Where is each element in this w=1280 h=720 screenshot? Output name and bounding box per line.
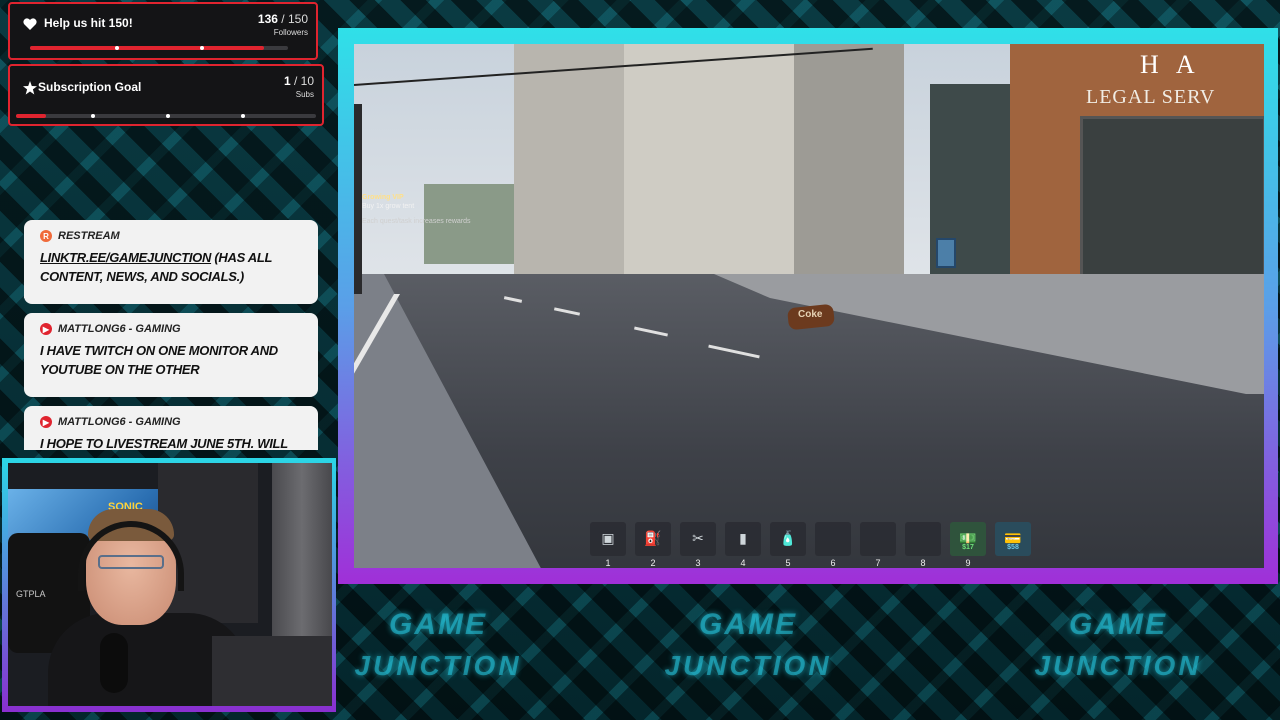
- channel-logo: GAME JUNCTION: [648, 608, 848, 682]
- logo-line-2: JUNCTION: [664, 650, 832, 681]
- soil-bag-icon: ▮: [739, 530, 747, 546]
- quest-tracker: Growing VIP Buy 1x grow tent Each quest/…: [362, 194, 471, 225]
- slot-value: $58: [1007, 544, 1019, 551]
- followers-goal-widget: Help us hit 150! 136 / 150 Followers: [8, 2, 318, 60]
- webcam-frame: SONIC GTPLA: [2, 458, 336, 712]
- game-viewport[interactable]: H A LEGAL SERV Coke Growing VIP Buy 1x g…: [354, 44, 1264, 568]
- quest-task: Buy 1x grow tent: [362, 203, 415, 210]
- inventory-hotbar: ▣ 1 ⛽ 2 ✂ 3 ▮ 4 🧴 5 6 7 8 💵 $17 9 💳 $58: [590, 522, 1031, 568]
- chat-message-text: I HOPE TO LIVESTREAM JUNE 5TH. WILL YOU …: [40, 436, 288, 450]
- microphone-icon: [100, 633, 128, 693]
- progress-marker: [241, 113, 245, 118]
- hotbar-slot-3[interactable]: ✂ 3: [680, 522, 716, 568]
- chat-username-text: RESTREAM: [58, 230, 120, 242]
- subs-current: 1: [283, 74, 291, 88]
- subscription-progress-bar: [16, 113, 316, 118]
- hotbar-slot-1[interactable]: ▣ 1: [590, 522, 626, 568]
- slot-number: 2: [650, 558, 656, 568]
- progress-marker: [166, 113, 170, 118]
- chat-username-text: MATTLONG6 - GAMING: [58, 416, 181, 428]
- logo-line-1: GAME: [389, 608, 487, 641]
- chat-username: R RESTREAM: [40, 230, 302, 242]
- desk: [212, 636, 332, 706]
- subscription-goal-title: Subscription Goal: [38, 80, 142, 94]
- chat-bubble-tail: [24, 290, 26, 298]
- subscription-progress-fill: [16, 114, 46, 118]
- youtube-icon: ▶: [40, 323, 52, 335]
- quest-title: Growing VIP: [362, 194, 404, 201]
- slot-number: 7: [875, 558, 881, 568]
- building: [514, 44, 624, 294]
- building: [794, 44, 904, 294]
- logo-line-2: JUNCTION: [1034, 650, 1202, 681]
- hotbar-slot-8[interactable]: 8: [905, 522, 941, 568]
- quest-hint: Each quest/task increases rewards: [362, 218, 471, 225]
- slot-number: 1: [605, 558, 611, 568]
- slot-number: 8: [920, 558, 926, 568]
- followers-progress-fill: [30, 46, 264, 50]
- chat-panel: R RESTREAM LINKTR.EE/GAMEJUNCTION (HAS A…: [24, 220, 318, 450]
- chat-message-text: LINKTR.EE/GAMEJUNCTION (HAS ALL CONTENT,…: [40, 248, 302, 286]
- chat-message-text: I HAVE TWITCH ON ONE MONITOR AND YOUTUBE…: [40, 343, 278, 377]
- trimmers-icon: ✂: [692, 530, 704, 546]
- followers-progress-bar: [30, 45, 288, 50]
- watering-can-icon: ⛽: [644, 530, 662, 546]
- chat-message: ▶ MATTLONG6 - GAMING I HAVE TWITCH ON ON…: [24, 313, 318, 397]
- slot-number: 6: [830, 558, 836, 568]
- channel-banner: GAME JUNCTION GAME JUNCTION GAME JUNCTIO…: [338, 588, 1280, 720]
- building: [624, 44, 794, 284]
- subscription-goal-unit: Subs: [295, 90, 314, 99]
- followers-current: 136: [257, 12, 278, 26]
- slot-number: 9: [965, 558, 971, 568]
- can-label: Coke: [798, 309, 823, 320]
- subscription-goal-count: 1 / 10: [284, 74, 314, 88]
- building-subsign: LEGAL SERV: [1086, 86, 1216, 108]
- logo-line-2: JUNCTION: [354, 650, 522, 681]
- restream-icon: R: [40, 230, 52, 242]
- hotbar-slot-7[interactable]: 7: [860, 522, 896, 568]
- chat-message: R RESTREAM LINKTR.EE/GAMEJUNCTION (HAS A…: [24, 220, 318, 304]
- channel-logo: GAME JUNCTION: [338, 608, 538, 682]
- slot-number: 3: [695, 558, 701, 568]
- subscription-goal-widget: Subscription Goal 1 / 10 Subs: [8, 64, 324, 126]
- slot-number: 4: [740, 558, 746, 568]
- hotbar-slot-2[interactable]: ⛽ 2: [635, 522, 671, 568]
- chair-label: GTPLA: [16, 589, 46, 599]
- youtube-icon: ▶: [40, 416, 52, 428]
- chat-link[interactable]: LINKTR.EE/GAMEJUNCTION: [40, 250, 211, 265]
- logo-line-1: GAME: [1069, 608, 1167, 641]
- hotbar-slot-6[interactable]: 6: [815, 522, 851, 568]
- logo-line-1: GAME: [699, 608, 797, 641]
- payphone[interactable]: [936, 238, 956, 268]
- glasses: [98, 555, 164, 569]
- followers-goal-title: Help us hit 150!: [44, 16, 133, 30]
- curtain: [272, 463, 332, 663]
- chat-username-text: MATTLONG6 - GAMING: [58, 323, 181, 335]
- utility-pole: [354, 104, 362, 294]
- bottle-icon: 🧴: [779, 530, 797, 546]
- progress-marker: [115, 45, 120, 50]
- subs-total: / 10: [293, 74, 314, 88]
- game-capture-frame: H A LEGAL SERV Coke Growing VIP Buy 1x g…: [338, 28, 1278, 584]
- chat-message: ▶ MATTLONG6 - GAMING I HOPE TO LIVESTREA…: [24, 406, 318, 450]
- plant-icon: ▣: [601, 530, 615, 546]
- heart-icon: [22, 16, 38, 32]
- slot-value: $17: [962, 544, 974, 551]
- slot-number: 5: [785, 558, 791, 568]
- chat-username: ▶ MATTLONG6 - GAMING: [40, 323, 302, 335]
- hotbar-slot-9[interactable]: 💵 $17 9: [950, 522, 986, 568]
- star-icon: [22, 80, 38, 96]
- channel-logo: GAME JUNCTION: [1018, 608, 1218, 682]
- building-sign: H A: [1140, 50, 1201, 79]
- progress-marker: [91, 113, 95, 118]
- followers-total: / 150: [281, 12, 308, 26]
- followers-goal-unit: Followers: [273, 28, 308, 37]
- hotbar-slot-extra[interactable]: 💳 $58: [995, 522, 1031, 556]
- hotbar-slot-5[interactable]: 🧴 5: [770, 522, 806, 568]
- chat-username: ▶ MATTLONG6 - GAMING: [40, 416, 302, 428]
- followers-goal-count: 136 / 150: [258, 12, 308, 26]
- progress-marker: [200, 45, 205, 50]
- webcam-feed: SONIC GTPLA: [8, 463, 332, 706]
- hotbar-slot-4[interactable]: ▮ 4: [725, 522, 761, 568]
